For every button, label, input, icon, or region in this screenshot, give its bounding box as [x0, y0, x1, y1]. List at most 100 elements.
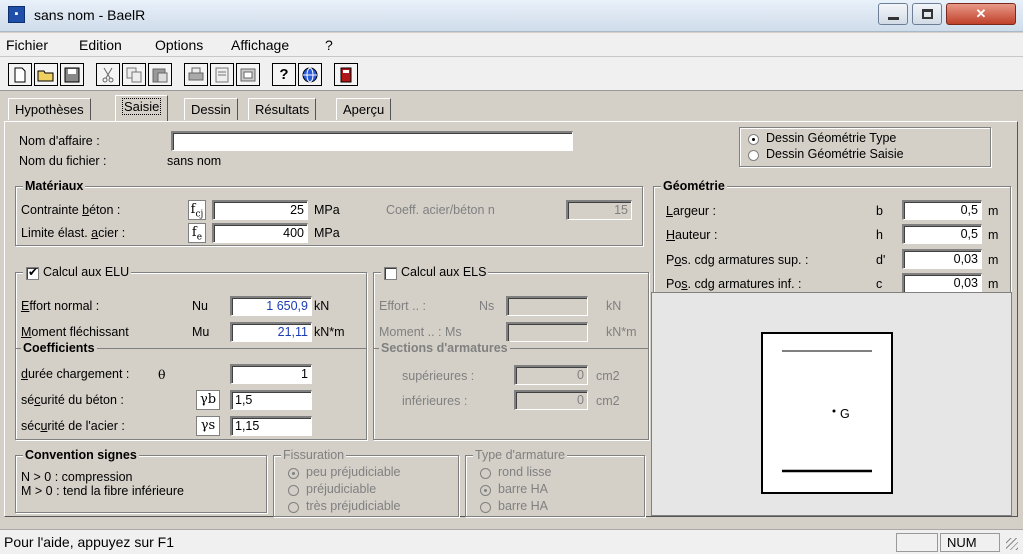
- close-button[interactable]: ✕: [946, 3, 1016, 25]
- menu-fichier[interactable]: Fichier: [6, 37, 48, 53]
- cut-icon: [102, 67, 114, 82]
- pos-sup-unit: m: [988, 253, 999, 267]
- help-button[interactable]: ?: [272, 63, 296, 86]
- status-bar: Pour l'aide, appuyez sur F1 NUM: [0, 529, 1023, 554]
- tab-hypotheses[interactable]: Hypothèses: [8, 98, 91, 120]
- print-button[interactable]: [184, 63, 208, 86]
- pos-inf-input[interactable]: 0,03: [902, 273, 982, 293]
- status-num: NUM: [940, 533, 1000, 552]
- menu-affichage[interactable]: Affichage: [231, 37, 289, 53]
- tab-resultats[interactable]: Résultats: [248, 98, 317, 120]
- cut-button[interactable]: [96, 63, 120, 86]
- sup-input[interactable]: 0: [514, 365, 588, 385]
- app-icon[interactable]: ▪: [8, 6, 25, 23]
- paste-button[interactable]: [148, 63, 172, 86]
- save-button[interactable]: [60, 63, 84, 86]
- open-button[interactable]: [34, 63, 58, 86]
- calculator-icon: [340, 67, 352, 82]
- duree-label: durée chargement :: [21, 367, 130, 381]
- els-moment-input[interactable]: [506, 322, 588, 342]
- tab-apercu[interactable]: Aperçu: [336, 98, 392, 120]
- copy-button[interactable]: [122, 63, 146, 86]
- prejudiciable-label: préjudiciable: [306, 482, 377, 496]
- prejudiciable-radio[interactable]: [288, 485, 299, 496]
- title-bar: ▪ sans nom - BaelR ✕: [0, 0, 1023, 32]
- rond-lisse-radio[interactable]: [480, 468, 491, 479]
- pos-inf-label: Pos. cdg armatures inf. :: [666, 277, 802, 291]
- pos-inf-symbol: c: [876, 277, 883, 291]
- securite-beton-input[interactable]: 1,5: [230, 390, 312, 410]
- ns-symbol: Ns: [479, 299, 495, 313]
- nom-affaire-label: Nom d'affaire :: [19, 134, 100, 148]
- menu-options[interactable]: Options: [155, 37, 203, 53]
- dessin-saisie-radio[interactable]: [748, 150, 759, 161]
- nom-fichier-label: Nom du fichier :: [19, 154, 107, 168]
- rond-lisse-label: rond lisse: [498, 465, 552, 479]
- beam-section-rect: [761, 332, 893, 494]
- menu-edition[interactable]: Edition: [79, 37, 122, 53]
- status-text: Pour l'aide, appuyez sur F1: [4, 534, 174, 550]
- page-setup-button[interactable]: [236, 63, 260, 86]
- inf-unit: cm2: [596, 394, 620, 408]
- sections-title: Sections d'armatures: [379, 341, 510, 355]
- coeff-input[interactable]: 15: [566, 200, 632, 220]
- els-effort-input[interactable]: [506, 296, 588, 316]
- convention-title: Convention signes: [23, 448, 139, 462]
- limite-acier-unit: MPa: [314, 226, 340, 240]
- tab-saisie[interactable]: Saisie: [115, 95, 169, 121]
- contrainte-beton-label: Contrainte béton :: [21, 203, 121, 217]
- tab-dessin[interactable]: Dessin: [184, 98, 238, 120]
- pos-sup-input[interactable]: 0,03: [902, 249, 982, 269]
- els-moment-unit: kN*m: [606, 325, 637, 339]
- moment-input[interactable]: 21,11: [230, 322, 312, 342]
- hauteur-input[interactable]: 0,5: [902, 224, 982, 244]
- elu-checkbox[interactable]: [26, 265, 39, 280]
- calculator-button[interactable]: [334, 63, 358, 86]
- barre-ha-2-radio[interactable]: [480, 502, 491, 513]
- nom-fichier-value: sans nom: [167, 154, 222, 168]
- status-indicator-empty: [896, 533, 938, 552]
- inf-input[interactable]: 0: [514, 390, 588, 410]
- effort-normal-unit: kN: [314, 299, 330, 313]
- securite-acier-input[interactable]: 1,15: [230, 416, 312, 436]
- peu-prejudiciable-radio[interactable]: [288, 468, 299, 479]
- fcj-symbol: fcj: [188, 200, 206, 220]
- els-checkbox[interactable]: [384, 267, 397, 280]
- barre-ha-2-label: barre HA: [498, 499, 549, 513]
- pos-sup-label: Pos. cdg armatures sup. :: [666, 253, 809, 267]
- new-file-button[interactable]: [8, 63, 32, 86]
- sup-unit: cm2: [596, 369, 620, 383]
- dessin-type-radio[interactable]: [748, 134, 759, 145]
- tres-prejudiciable-label: très préjudiciable: [306, 499, 401, 513]
- globe-button[interactable]: [298, 63, 322, 86]
- nom-affaire-input[interactable]: [171, 131, 573, 151]
- largeur-input[interactable]: 0,5: [902, 200, 982, 220]
- coefficients-group: Coefficients durée chargement : θ 1 sécu…: [15, 341, 367, 440]
- tab-bar: Hypothèses Saisie Dessin Résultats Aperç…: [0, 95, 1023, 121]
- mu-symbol: Mu: [192, 325, 210, 339]
- menu-help[interactable]: ?: [325, 37, 333, 53]
- coefficients-title: Coefficients: [21, 341, 97, 355]
- centroid-point: [832, 409, 836, 413]
- largeur-label: Largeur :: [666, 204, 717, 218]
- duree-input[interactable]: 1: [230, 364, 312, 384]
- hauteur-label: Hauteur :: [666, 228, 718, 242]
- maximize-button[interactable]: [912, 3, 942, 25]
- largeur-unit: m: [988, 204, 999, 218]
- limite-acier-input[interactable]: 400: [212, 223, 308, 243]
- minimize-button[interactable]: [878, 3, 908, 25]
- tres-prejudiciable-radio[interactable]: [288, 502, 299, 513]
- hauteur-unit: m: [988, 228, 999, 242]
- limite-acier-label: Limite élast. acier :: [21, 226, 126, 240]
- barre-ha-label: barre HA: [498, 482, 549, 496]
- barre-ha-radio[interactable]: [480, 485, 491, 496]
- effort-normal-label: Effort normal :: [21, 299, 100, 313]
- moment-label: Moment fléchissant: [21, 325, 129, 339]
- materiaux-title: Matériaux: [23, 179, 86, 193]
- resize-grip-icon[interactable]: [1006, 538, 1018, 550]
- contrainte-beton-input[interactable]: 25: [212, 200, 308, 220]
- fissuration-group: Fissuration peu préjudiciable préjudicia…: [273, 448, 459, 517]
- print-preview-button[interactable]: [210, 63, 234, 86]
- dessin-options: Dessin Géométrie Type Dessin Géométrie S…: [739, 127, 991, 167]
- effort-normal-input[interactable]: 1 650,9: [230, 296, 312, 316]
